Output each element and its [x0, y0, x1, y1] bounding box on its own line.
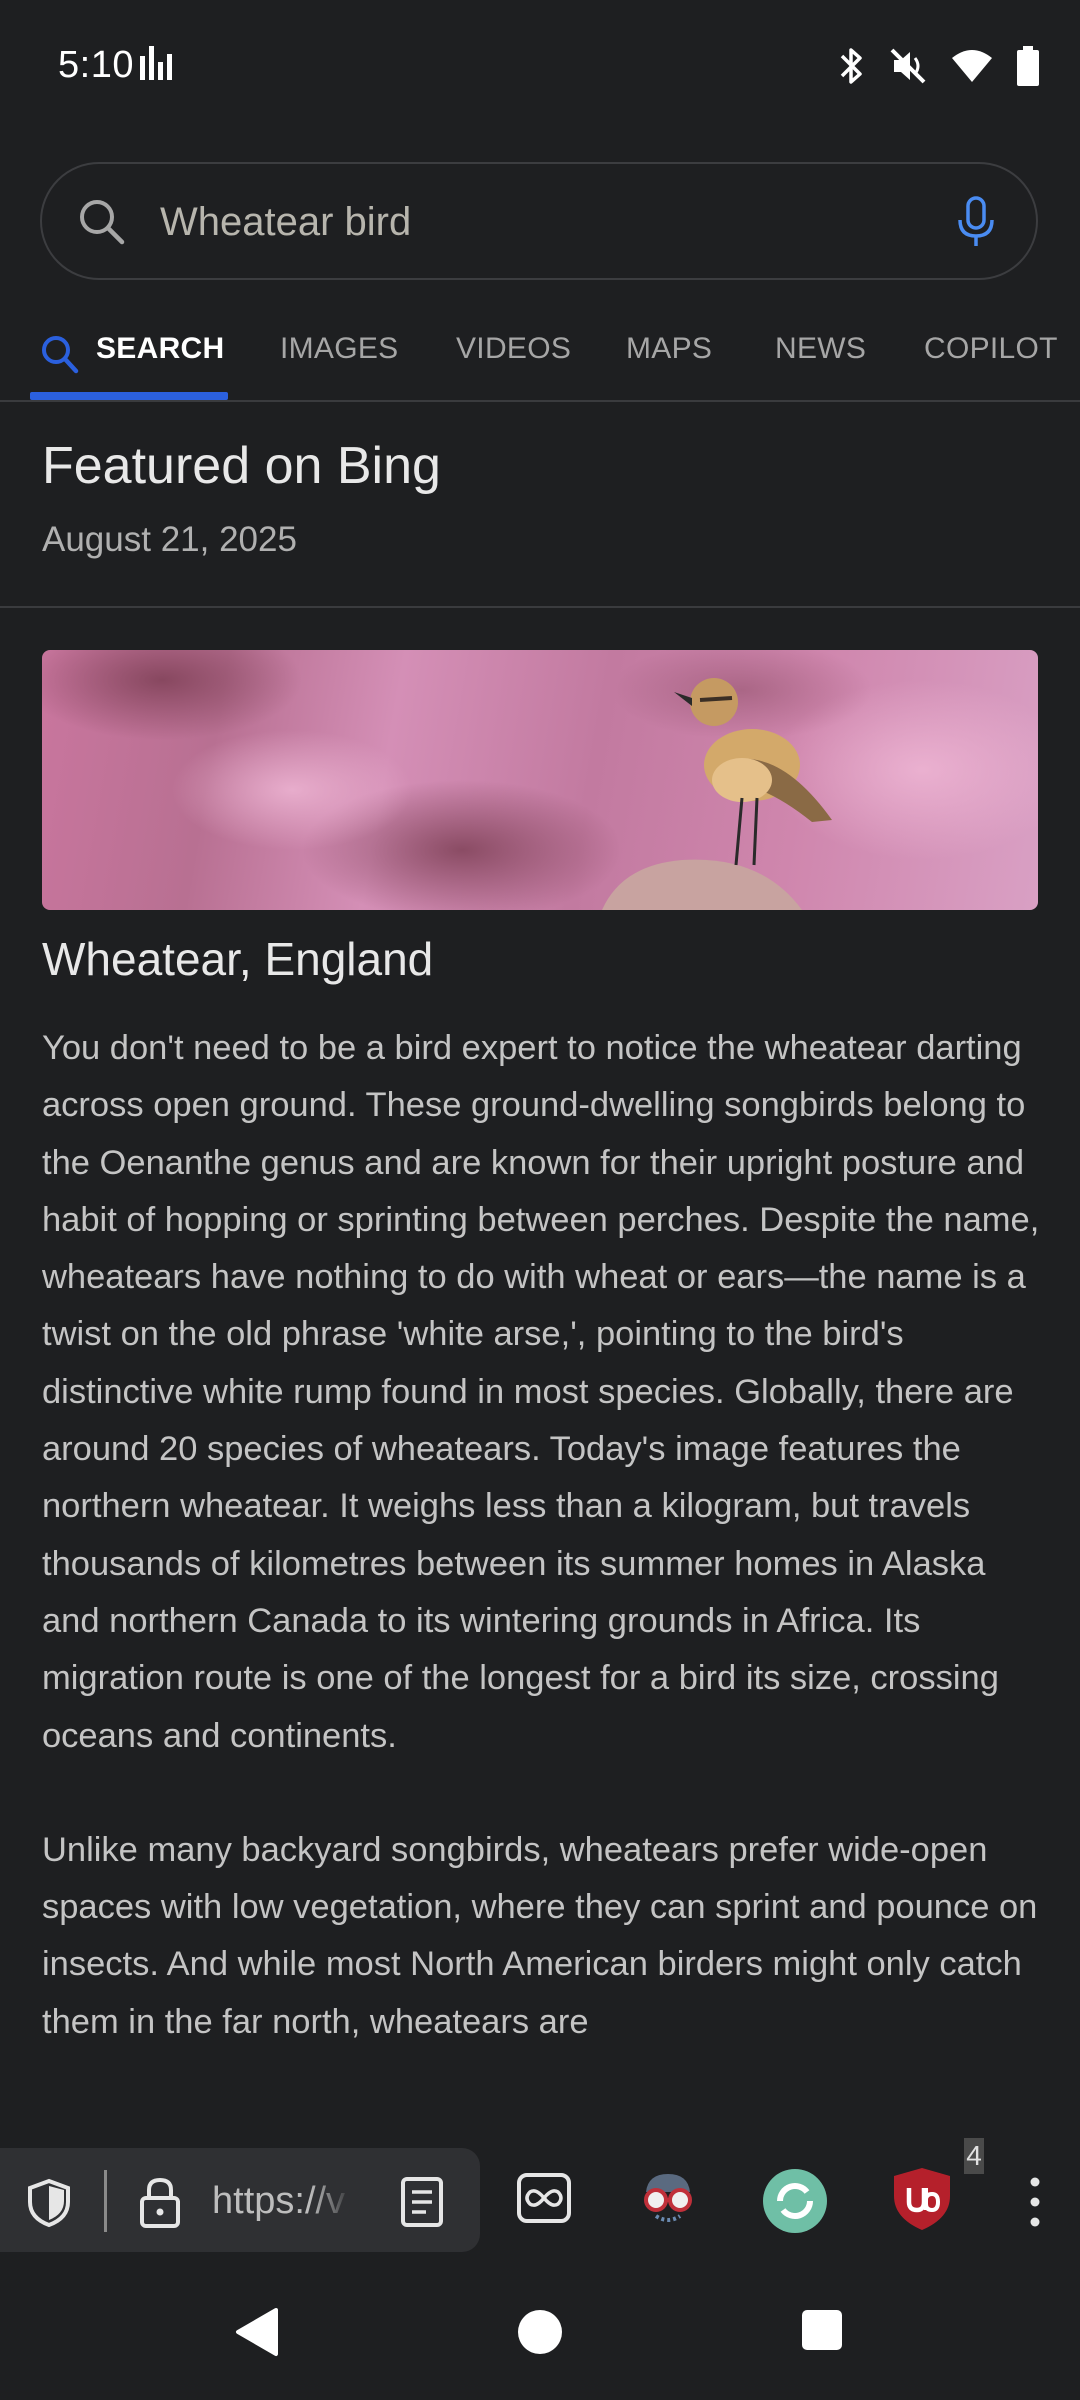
- ublock-badge-count: 4: [964, 2138, 984, 2174]
- bluetooth-icon: [840, 48, 862, 84]
- article-body: You don't need to be a bird expert to no…: [42, 1020, 1042, 2108]
- page-title: Featured on Bing: [42, 437, 441, 495]
- search-tabs: SEARCH IMAGES VIDEOS MAPS NEWS COPILOT: [0, 318, 1080, 402]
- battery-icon: [1017, 46, 1039, 86]
- featured-image[interactable]: [42, 650, 1038, 910]
- ublock-origin-icon[interactable]: [892, 2166, 952, 2232]
- signal-bars-icon: [140, 46, 172, 80]
- microphone-icon[interactable]: [956, 194, 996, 250]
- tab-copilot[interactable]: COPILOT: [924, 332, 1058, 366]
- search-bar[interactable]: Wheatear bird: [40, 162, 1038, 280]
- article-paragraph: You don't need to be a bird expert to no…: [42, 1029, 1040, 1755]
- separator: [104, 2170, 107, 2232]
- browser-toolbar: https://v: [0, 2130, 1080, 2270]
- active-tab-indicator: [30, 392, 228, 400]
- status-icons: [836, 44, 1040, 88]
- url-text[interactable]: https://v: [212, 2180, 352, 2223]
- address-bar[interactable]: https://v: [0, 2148, 480, 2252]
- back-icon[interactable]: [234, 2306, 280, 2358]
- navigation-bar: [0, 2270, 1080, 2400]
- divider: [0, 606, 1080, 608]
- bird-photo: [42, 650, 1038, 910]
- infinity-tab-icon[interactable]: [516, 2172, 572, 2224]
- search-icon: [80, 200, 125, 245]
- status-bar: 5:10: [0, 0, 1080, 130]
- featured-date: August 21, 2025: [42, 520, 297, 559]
- wifi-icon: [952, 50, 992, 82]
- article-title: Wheatear, England: [42, 933, 434, 985]
- home-icon[interactable]: [516, 2306, 564, 2358]
- tab-videos[interactable]: VIDEOS: [456, 332, 571, 366]
- search-input[interactable]: Wheatear bird: [160, 200, 411, 245]
- mute-icon: [890, 48, 926, 84]
- glasses-extension-icon[interactable]: [636, 2168, 700, 2228]
- tab-news[interactable]: NEWS: [775, 332, 866, 366]
- tab-search[interactable]: SEARCH: [96, 332, 224, 366]
- status-time: 5:10: [58, 44, 134, 86]
- tab-search-icon: [42, 336, 79, 374]
- shield-icon[interactable]: [26, 2178, 72, 2228]
- more-options-icon[interactable]: [1020, 2176, 1050, 2228]
- sync-extension-icon[interactable]: [762, 2168, 828, 2234]
- screen: 5:10 Wheatear bird SEARCH IMAGES VIDEOS …: [0, 0, 1080, 2400]
- recents-icon[interactable]: [800, 2308, 844, 2352]
- reader-mode-icon[interactable]: [400, 2176, 444, 2228]
- tab-maps[interactable]: MAPS: [626, 332, 712, 366]
- lock-icon[interactable]: [138, 2176, 182, 2230]
- tab-images[interactable]: IMAGES: [280, 332, 399, 366]
- article-paragraph: Unlike many backyard songbirds, wheatear…: [42, 1830, 1038, 2041]
